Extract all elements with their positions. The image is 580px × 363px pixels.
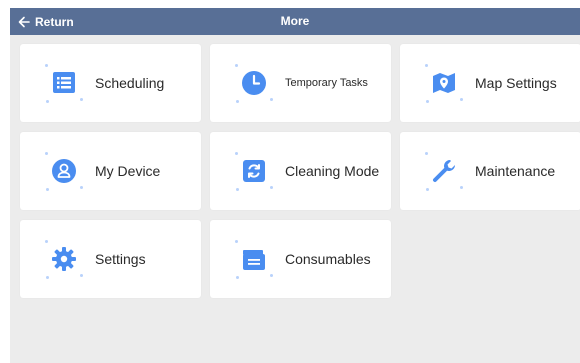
return-button[interactable]: Return <box>18 8 74 35</box>
menu-item-label: Cleaning Mode <box>285 163 380 179</box>
top-bar: Return More <box>10 8 580 35</box>
page-title: More <box>280 14 310 28</box>
menu-item-label: Settings <box>95 251 146 267</box>
app-window: Return More Scheduling Temporary Tasks M… <box>10 8 580 363</box>
menu-item-label: Maintenance <box>475 163 556 179</box>
menu-item-label: Scheduling <box>95 75 165 91</box>
menu-item-label: Temporary Tasks <box>285 77 368 89</box>
menu-item-label: Consumables <box>285 251 371 267</box>
menu-item-label: Map Settings <box>475 75 557 91</box>
arrow-left-icon <box>18 16 30 28</box>
menu-item-scheduling[interactable]: Scheduling <box>20 44 201 122</box>
menu-item-settings[interactable]: Settings <box>20 220 201 298</box>
return-label: Return <box>35 14 74 29</box>
menu-item-my-device[interactable]: My Device <box>20 132 201 210</box>
menu-item-map-settings[interactable]: Map Settings <box>400 44 580 122</box>
menu-item-consumables[interactable]: Consumables <box>210 220 391 298</box>
menu-item-cleaning-mode[interactable]: Cleaning Mode <box>210 132 391 210</box>
menu-item-label: My Device <box>95 163 161 179</box>
menu-item-temporary-tasks[interactable]: Temporary Tasks <box>210 44 391 122</box>
menu-item-maintenance[interactable]: Maintenance <box>400 132 580 210</box>
